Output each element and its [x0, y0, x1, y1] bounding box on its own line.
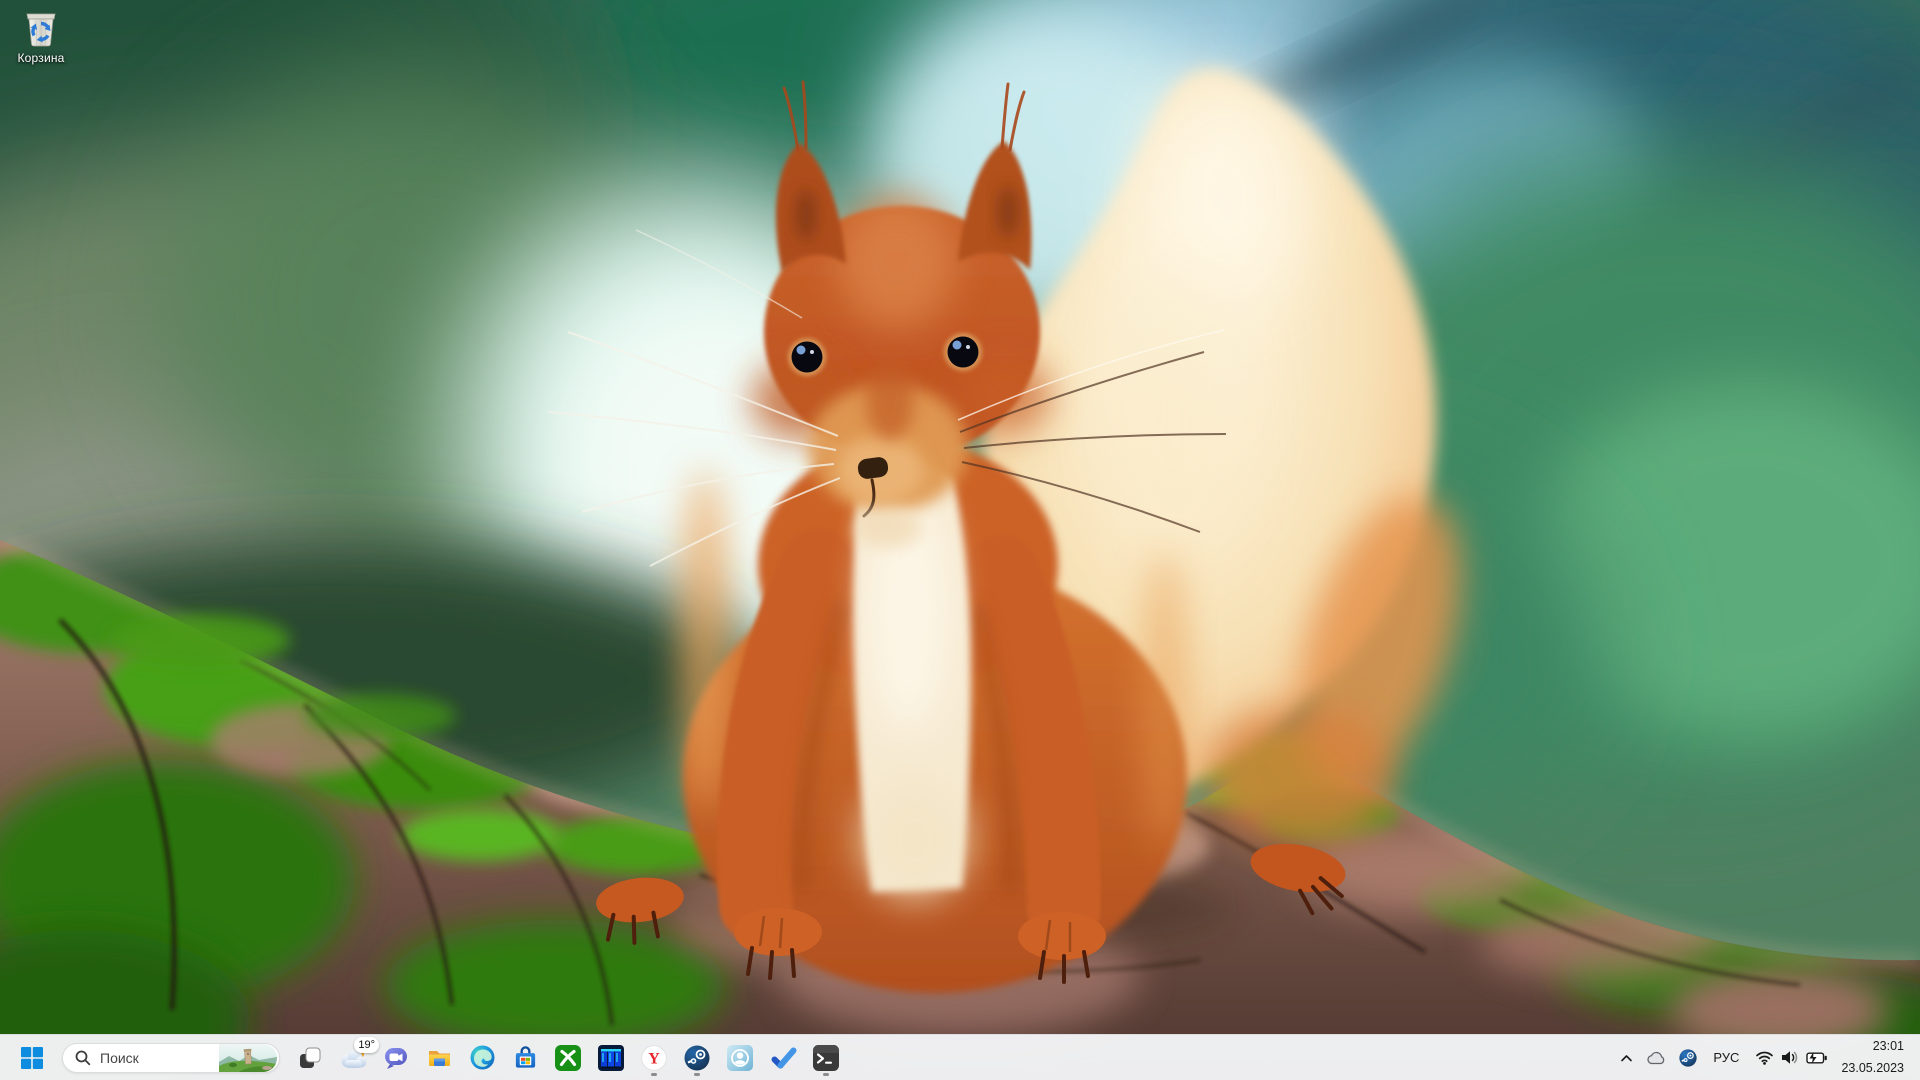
todo-button[interactable]: [763, 1038, 803, 1078]
onedrive-tray-button[interactable]: [1640, 1039, 1672, 1077]
battery-charging-icon: [1806, 1051, 1828, 1065]
clock[interactable]: 23:01 23.05.2023: [1835, 1039, 1912, 1077]
terminal-button[interactable]: [806, 1038, 846, 1078]
volume-icon: [1781, 1050, 1799, 1065]
network-volume-battery-group[interactable]: [1749, 1039, 1834, 1077]
file-explorer-icon: [426, 1044, 453, 1071]
system-tray: РУС 23:: [1614, 1039, 1912, 1077]
steam-button[interactable]: [677, 1038, 717, 1078]
game-library-button[interactable]: [591, 1038, 631, 1078]
edge-browser-button[interactable]: [462, 1038, 502, 1078]
taskbar-left: Поиск: [12, 1038, 846, 1078]
onedrive-cloud-icon: [1646, 1051, 1666, 1065]
start-button[interactable]: [12, 1038, 52, 1078]
edge-icon: [470, 1045, 495, 1070]
running-indicator: [651, 1073, 657, 1076]
microsoft-store-button[interactable]: [505, 1038, 545, 1078]
todo-check-icon: [770, 1044, 797, 1071]
recycle-bin-desktop-icon[interactable]: Корзина: [2, 6, 80, 65]
wifi-icon: [1755, 1050, 1774, 1065]
widgets-button[interactable]: 19°: [333, 1038, 373, 1078]
steam-tray-button[interactable]: [1673, 1039, 1703, 1077]
wallpaper-squirrel: [0, 0, 1920, 1080]
file-explorer-button[interactable]: [419, 1038, 459, 1078]
chat-button[interactable]: [376, 1038, 416, 1078]
microsoft-store-icon: [513, 1045, 538, 1070]
profile-app-button[interactable]: [720, 1038, 760, 1078]
search-daily-image: [219, 1044, 277, 1072]
terminal-icon: [813, 1045, 839, 1071]
tray-time: 23:01: [1873, 1039, 1904, 1054]
recycle-bin-icon: [19, 6, 63, 50]
running-indicator: [694, 1073, 700, 1076]
search-placeholder: Поиск: [100, 1050, 210, 1066]
chat-icon: [383, 1045, 409, 1071]
taskbar: Поиск: [0, 1034, 1920, 1080]
desktop: Корзина Поиск: [0, 0, 1920, 1080]
tray-chevron-button[interactable]: [1614, 1039, 1639, 1077]
language-indicator[interactable]: РУС: [1704, 1039, 1748, 1077]
tray-date: 23.05.2023: [1841, 1061, 1904, 1076]
steam-icon: [684, 1045, 710, 1071]
search-icon: [75, 1050, 91, 1066]
running-indicator: [823, 1073, 829, 1076]
recycle-bin-label: Корзина: [17, 51, 64, 65]
yandex-browser-icon: Y: [641, 1045, 667, 1071]
svg-text:Y: Y: [648, 1050, 660, 1067]
profile-app-icon: [727, 1045, 753, 1071]
yandex-browser-button[interactable]: Y: [634, 1038, 674, 1078]
xbox-icon: [555, 1045, 581, 1071]
task-view-icon: [298, 1046, 322, 1070]
windows-logo-icon: [21, 1047, 43, 1069]
game-library-icon: [598, 1045, 624, 1071]
chevron-up-icon: [1620, 1053, 1633, 1063]
xbox-button[interactable]: [548, 1038, 588, 1078]
task-view-button[interactable]: [290, 1038, 330, 1078]
steam-tray-icon: [1679, 1049, 1697, 1067]
search-input[interactable]: Поиск: [62, 1043, 280, 1073]
